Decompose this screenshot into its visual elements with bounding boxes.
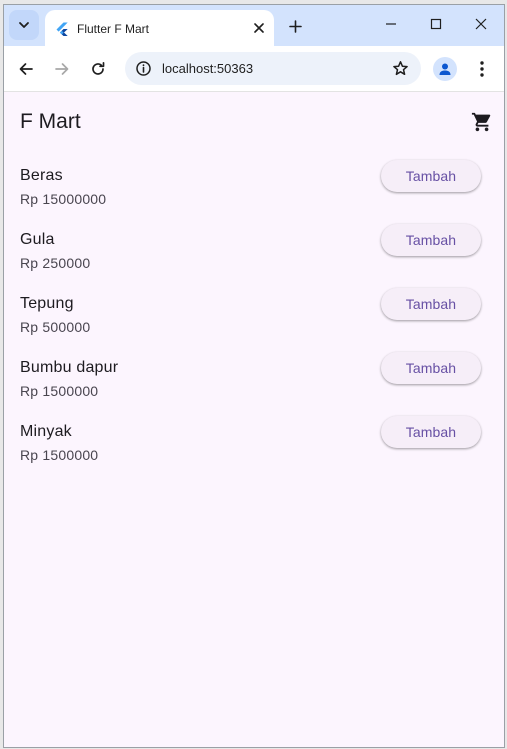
product-name: Gula xyxy=(20,231,55,248)
product-name: Tepung xyxy=(20,295,74,312)
product-price: Rp 250000 xyxy=(20,255,91,271)
tab-active[interactable]: Flutter F Mart xyxy=(45,10,274,46)
profile-button[interactable] xyxy=(433,57,457,81)
arrow-left-icon xyxy=(19,63,33,75)
product-name: Minyak xyxy=(20,423,72,440)
add-button[interactable]: Tambah xyxy=(381,224,481,256)
back-button[interactable] xyxy=(12,55,40,83)
star-icon[interactable] xyxy=(392,60,409,77)
page-title: F Mart xyxy=(20,110,81,133)
browser-toolbar: localhost:50363 xyxy=(4,46,504,92)
person-icon xyxy=(439,63,451,75)
product-price: Rp 15000000 xyxy=(20,191,107,207)
arrow-right-icon xyxy=(55,63,69,75)
product-price: Rp 500000 xyxy=(20,319,91,335)
list-item: Beras Rp 15000000 Tambah xyxy=(4,160,504,231)
flutter-logo-icon xyxy=(56,22,68,36)
address-url[interactable]: localhost:50363 xyxy=(162,61,253,76)
cart-button[interactable] xyxy=(470,110,494,134)
browser-menu-button[interactable] xyxy=(470,55,494,83)
new-tab-button[interactable] xyxy=(282,13,308,39)
list-item: Gula Rp 250000 Tambah xyxy=(4,224,504,295)
close-window-button[interactable] xyxy=(459,9,503,39)
app-content: F Mart Beras Rp 15000000 Tambah Gula Rp … xyxy=(4,92,504,747)
product-name: Bumbu dapur xyxy=(20,359,119,376)
close-icon xyxy=(475,18,487,30)
browser-window: Flutter F Mart localhost:50363 F Mart Be… xyxy=(3,4,505,748)
tab-title: Flutter F Mart xyxy=(77,22,150,36)
add-button[interactable]: Tambah xyxy=(381,416,481,448)
add-button[interactable]: Tambah xyxy=(381,160,481,192)
reload-icon xyxy=(92,61,105,75)
tab-close-button[interactable] xyxy=(250,19,268,37)
plus-icon xyxy=(288,19,302,33)
product-name: Beras xyxy=(20,167,63,184)
site-info-icon[interactable] xyxy=(135,60,152,77)
tab-search-button[interactable] xyxy=(9,10,39,40)
add-button[interactable]: Tambah xyxy=(381,288,481,320)
add-button[interactable]: Tambah xyxy=(381,352,481,384)
forward-button[interactable] xyxy=(48,55,76,83)
product-price: Rp 1500000 xyxy=(20,383,99,399)
list-item: Minyak Rp 1500000 Tambah xyxy=(4,416,504,487)
maximize-button[interactable] xyxy=(414,9,458,39)
minimize-button[interactable] xyxy=(369,9,413,39)
product-price: Rp 1500000 xyxy=(20,447,99,463)
close-icon xyxy=(254,23,264,33)
address-bar[interactable]: localhost:50363 xyxy=(125,52,421,85)
more-vert-icon xyxy=(480,61,484,77)
reload-button[interactable] xyxy=(84,55,112,83)
maximize-icon xyxy=(430,18,442,30)
list-item: Bumbu dapur Rp 1500000 Tambah xyxy=(4,352,504,423)
list-item: Tepung Rp 500000 Tambah xyxy=(4,288,504,359)
tab-strip: Flutter F Mart xyxy=(4,5,504,46)
chevron-down-icon xyxy=(19,22,29,28)
minimize-icon xyxy=(386,23,396,25)
shopping-cart-icon xyxy=(471,112,491,132)
